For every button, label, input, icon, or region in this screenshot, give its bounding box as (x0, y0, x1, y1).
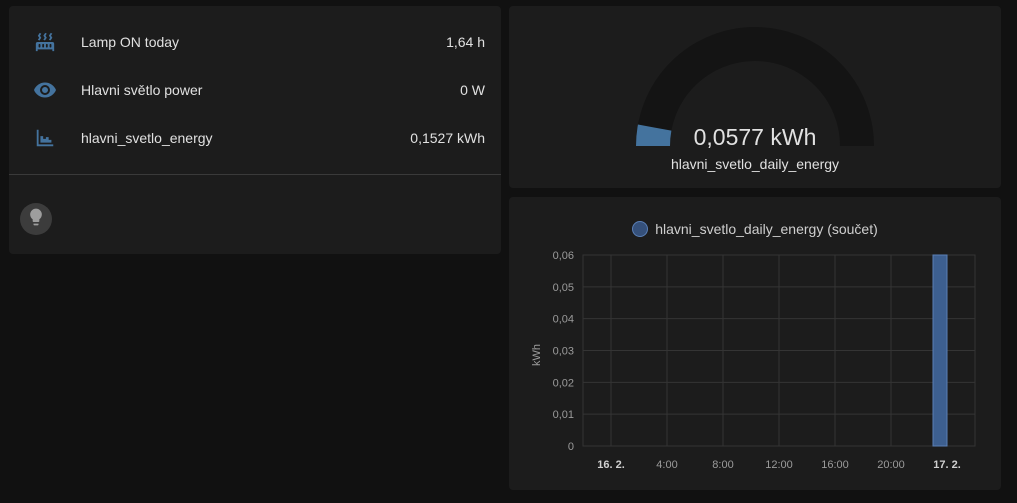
entity-row-hlavni-svetlo-energy[interactable]: hlavni_svetlo_energy 0,1527 kWh (9, 118, 501, 158)
entity-name: Hlavni světlo power (81, 82, 203, 98)
entities-card: Lamp ON today 1,64 h Hlavni světlo power… (9, 6, 501, 254)
chart-step-icon (33, 126, 57, 150)
gauge-card[interactable]: 0,0577 kWh hlavni_svetlo_daily_energy (509, 6, 1001, 188)
lightbulb-icon (26, 207, 46, 232)
x-tick-label: 8:00 (712, 459, 733, 471)
entity-state: 1,64 h (446, 34, 485, 50)
gauge-value: 0,0577 kWh (693, 124, 817, 150)
y-tick-label: 0,05 (553, 282, 574, 294)
y-tick-label: 0,06 (553, 250, 574, 262)
divider (9, 174, 501, 175)
gauge-name: hlavni_svetlo_daily_energy (670, 156, 840, 172)
y-tick-label: 0,02 (553, 377, 574, 389)
y-tick-label: 0,03 (553, 346, 574, 358)
radiator-icon (33, 30, 57, 54)
eye-icon (33, 78, 57, 102)
y-tick-label: 0,04 (553, 314, 574, 326)
x-tick-label: 12:00 (765, 459, 793, 471)
chart-plot: 0 0,01 0,02 0,03 0,04 0,05 0,06 16. 2. 4:00 8:00 1… (531, 250, 976, 471)
entity-name: hlavni_svetlo_energy (81, 130, 213, 146)
entity-state: 0 W (460, 82, 485, 98)
x-tick-label: 17. 2. (933, 459, 961, 471)
entity-row-lamp-on-today[interactable]: Lamp ON today 1,64 h (9, 22, 501, 62)
statistics-chart-card: hlavni_svetlo_daily_energy (součet) 0 0,0… (509, 197, 1001, 490)
chart-bar[interactable] (932, 254, 948, 447)
x-tick-label: 16:00 (821, 459, 849, 471)
y-axis-label: kWh (531, 344, 543, 366)
x-tick-label: 4:00 (656, 459, 677, 471)
entity-row-hlavni-svetlo-power[interactable]: Hlavni světlo power 0 W (9, 70, 501, 110)
x-tick-label: 20:00 (877, 459, 905, 471)
light-toggle-button[interactable] (20, 203, 52, 235)
y-tick-label: 0,01 (553, 409, 574, 421)
entity-name: Lamp ON today (81, 34, 180, 50)
entity-state: 0,1527 kWh (410, 130, 485, 146)
y-tick-label: 0 (568, 441, 574, 453)
x-tick-label: 16. 2. (597, 459, 625, 471)
